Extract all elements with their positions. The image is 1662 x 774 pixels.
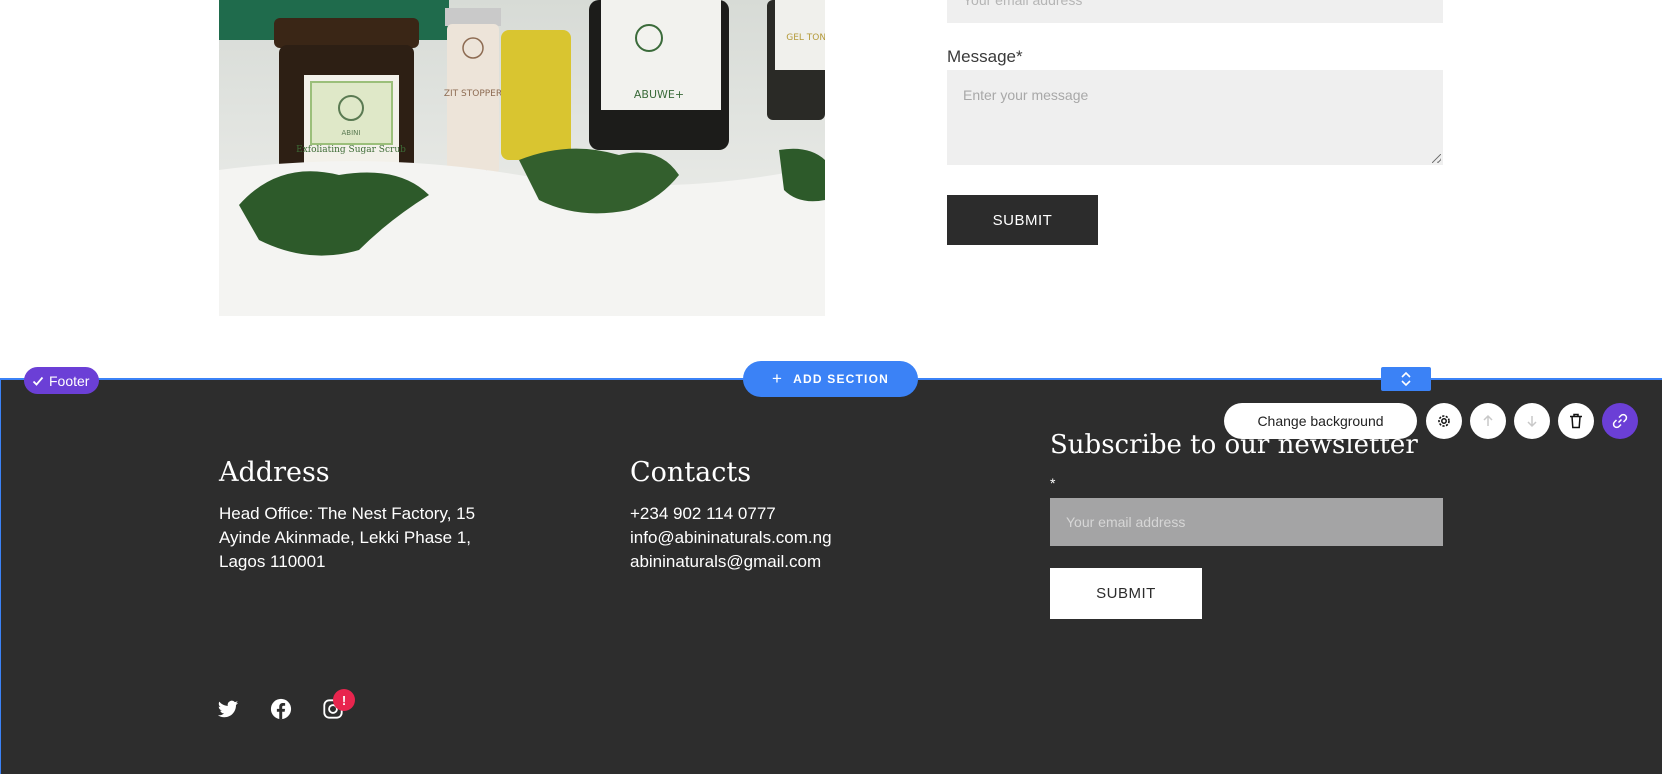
contact-email-link[interactable]: abininaturals@gmail.com [630, 550, 832, 574]
photo-label-zit: ZIT STOPPER [444, 89, 502, 99]
message-placeholder: Enter your message [963, 87, 1089, 103]
address-heading: Address [219, 457, 330, 488]
link-icon [1612, 413, 1628, 429]
message-textarea[interactable]: Enter your message [947, 70, 1443, 165]
facebook-icon[interactable] [270, 698, 292, 720]
address-line: Ayinde Akinmade, Lekki Phase 1, [219, 528, 472, 547]
alert-badge: ! [333, 689, 355, 711]
newsletter-email-placeholder: Your email address [1066, 514, 1186, 530]
contact-phone[interactable]: +234 902 114 0777 [630, 502, 832, 526]
move-down-button[interactable] [1514, 403, 1550, 439]
add-section-button[interactable]: + ADD SECTION [743, 361, 918, 397]
section-move-handle[interactable] [1381, 367, 1431, 391]
photo-label-scrub: Exfoliating Sugar Scrub [296, 145, 406, 155]
address-line: Lagos 110001 [219, 552, 326, 571]
photo-label-gel: GEL TONE [786, 33, 825, 43]
footer-section-tag[interactable]: Footer [24, 367, 100, 394]
contact-email-field[interactable]: Your email address [947, 0, 1443, 23]
contact-submit-button[interactable]: SUBMIT [947, 195, 1098, 245]
newsletter-email-input[interactable]: Your email address [1050, 498, 1443, 546]
gear-icon [1438, 415, 1450, 427]
trash-icon [1570, 413, 1582, 429]
address-line: Head Office: The Nest Factory, 15 [219, 504, 476, 523]
delete-button[interactable] [1558, 403, 1594, 439]
arrow-up-icon [1483, 414, 1493, 426]
plus-icon: + [771, 369, 784, 388]
move-up-button[interactable] [1470, 403, 1506, 439]
newsletter-submit-button[interactable]: SUBMIT [1050, 568, 1202, 619]
address-text: Head Office: The Nest Factory, 15 Ayinde… [219, 502, 475, 574]
contact-email-placeholder: Your email address [963, 0, 1083, 8]
contacts-text: +234 902 114 0777 info@abininaturals.com… [630, 502, 832, 574]
photo-label-abini: ABINI [342, 129, 361, 137]
change-background-button[interactable]: Change background [1224, 403, 1417, 439]
settings-button[interactable] [1426, 403, 1462, 439]
footer-tag-label: Footer [49, 372, 90, 389]
arrow-down-icon [1527, 416, 1537, 428]
contact-email-link[interactable]: info@abininaturals.com.ng [630, 526, 832, 550]
link-button[interactable] [1602, 403, 1638, 439]
add-section-label: ADD SECTION [793, 372, 889, 386]
message-label: Message* [947, 47, 1023, 66]
check-icon [32, 376, 44, 386]
twitter-icon[interactable] [217, 698, 239, 720]
photo-label-abuwe: ABUWE+ [634, 88, 684, 101]
product-photo: ABINI Exfoliating Sugar Scrub ZIT STOPPE… [219, 0, 825, 316]
contacts-heading: Contacts [630, 457, 752, 488]
newsletter-required-mark: * [1050, 475, 1056, 491]
chevron-up-down-icon [1401, 371, 1411, 387]
resize-handle-icon[interactable] [1432, 154, 1441, 163]
